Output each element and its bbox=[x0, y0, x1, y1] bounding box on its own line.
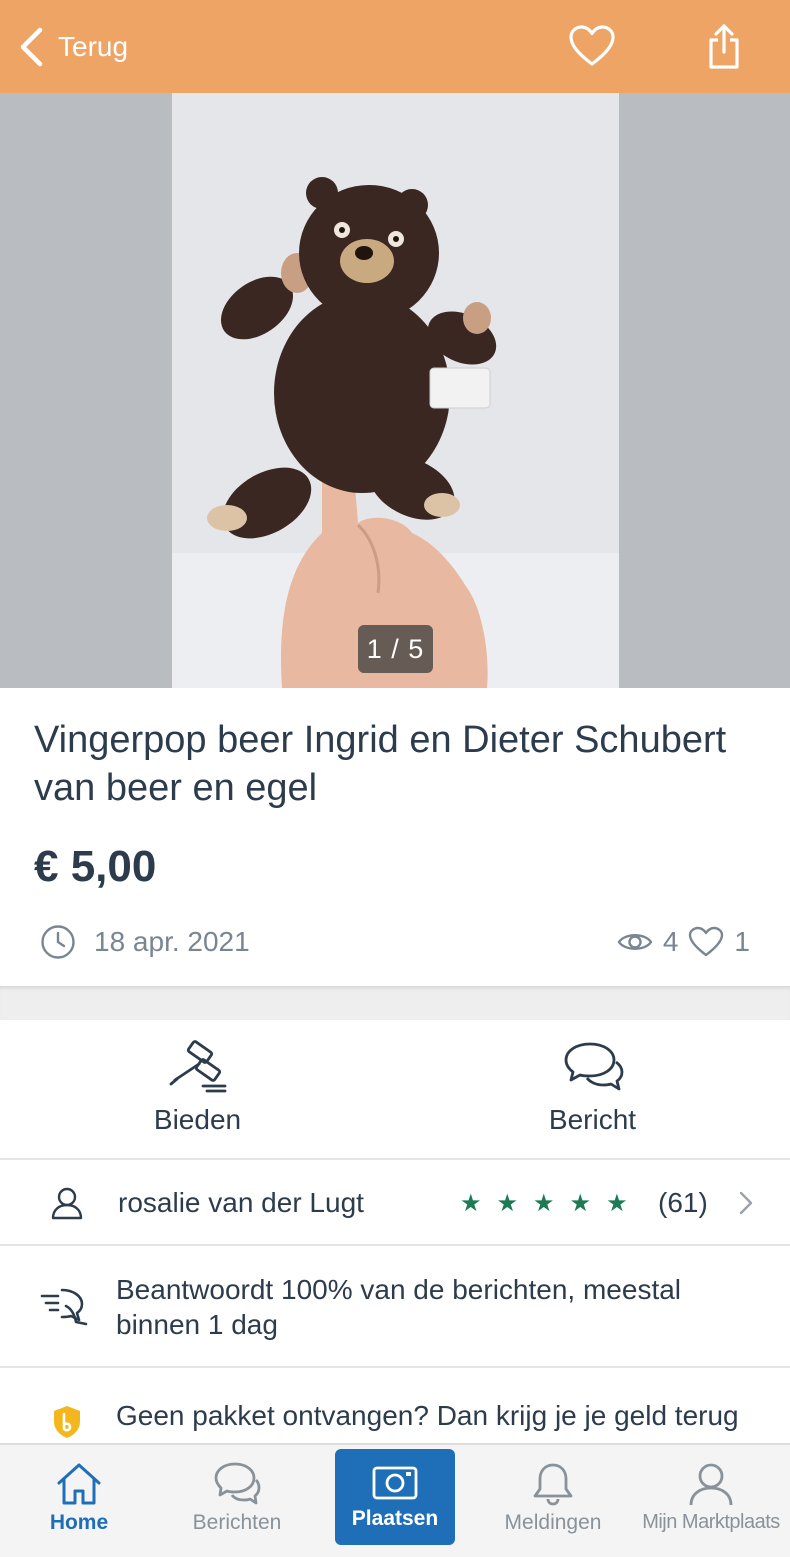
bottom-navigation: Home Berichten Plaatsen Meldingen Mijn M… bbox=[0, 1443, 790, 1557]
nav-home-label: Home bbox=[49, 1511, 109, 1534]
clock-icon bbox=[41, 925, 75, 959]
chat-bubbles-icon bbox=[564, 1042, 623, 1091]
listing-price: € 5,00 bbox=[34, 842, 157, 891]
fast-reply-icon bbox=[40, 1288, 88, 1326]
contact-actions: Bieden Bericht bbox=[0, 1020, 790, 1160]
nav-post-label: Plaatsen bbox=[351, 1507, 439, 1530]
user-icon bbox=[51, 1187, 83, 1220]
seller-row[interactable]: rosalie van der Lugt ★ ★ ★ ★ ★ (61) bbox=[0, 1162, 790, 1246]
back-button[interactable]: Terug bbox=[18, 24, 128, 70]
nav-notifications[interactable]: Meldingen bbox=[474, 1445, 632, 1557]
section-divider bbox=[0, 986, 790, 1020]
response-rate-text: Beantwoordt 100% van de berichten, meest… bbox=[116, 1274, 682, 1340]
review-count: (61) bbox=[658, 1187, 708, 1218]
back-label: Terug bbox=[58, 31, 129, 62]
nav-messages-label: Berichten bbox=[192, 1511, 282, 1534]
response-rate-row: Beantwoordt 100% van de berichten, meest… bbox=[0, 1248, 790, 1368]
heart-icon bbox=[569, 25, 615, 66]
app: Terug 1 / 5 Vingerpop beer Ingrid en Die… bbox=[0, 0, 790, 1557]
home-icon bbox=[57, 1463, 101, 1505]
favorite-count: 1 bbox=[734, 926, 750, 957]
nav-notifications-label: Meldingen bbox=[504, 1511, 602, 1534]
listing-meta: 18 apr. 2021 4 1 bbox=[40, 920, 760, 964]
nav-post[interactable]: Plaatsen bbox=[335, 1449, 455, 1545]
chevron-right-icon bbox=[739, 1191, 753, 1215]
bell-icon bbox=[533, 1463, 573, 1506]
nav-messages[interactable]: Berichten bbox=[158, 1445, 316, 1557]
seller-name: rosalie van der Lugt bbox=[118, 1187, 364, 1218]
chevron-left-icon bbox=[20, 27, 43, 67]
star-icon: ★ bbox=[569, 1189, 592, 1217]
buyer-protection-row[interactable]: Geen pakket ontvangen? Dan krijg je je g… bbox=[0, 1370, 790, 1450]
nav-my-account[interactable]: Mijn Marktplaats bbox=[632, 1445, 790, 1557]
shield-icon bbox=[54, 1406, 80, 1438]
bid-label: Bieden bbox=[153, 1104, 242, 1135]
product-photo bbox=[172, 93, 619, 688]
star-icon: ★ bbox=[606, 1189, 628, 1217]
share-icon bbox=[709, 24, 739, 69]
nav-home[interactable]: Home bbox=[0, 1445, 158, 1557]
listing-title: Vingerpop beer Ingrid en Dieter Schubert… bbox=[34, 719, 727, 809]
eye-icon bbox=[617, 934, 653, 950]
seller-rating: ★ ★ ★ ★ ★ bbox=[460, 1189, 643, 1218]
listing-photo-carousel[interactable] bbox=[0, 93, 790, 688]
view-count: 4 bbox=[662, 926, 679, 957]
message-label: Bericht bbox=[548, 1104, 637, 1135]
photo-counter: 1 / 5 bbox=[358, 625, 433, 673]
star-icon: ★ bbox=[533, 1189, 555, 1217]
buyer-protection-text: Geen pakket ontvangen? Dan krijg je je g… bbox=[116, 1400, 739, 1431]
user-icon bbox=[689, 1463, 733, 1506]
bid-button[interactable]: Bieden bbox=[0, 1020, 395, 1158]
heart-outline-icon bbox=[689, 926, 724, 957]
listing-date: 18 apr. 2021 bbox=[94, 926, 250, 957]
message-button[interactable]: Bericht bbox=[395, 1020, 790, 1158]
listing-stats: 4 1 bbox=[617, 926, 760, 958]
favorite-button[interactable] bbox=[564, 18, 620, 74]
camera-icon bbox=[372, 1466, 418, 1500]
share-button[interactable] bbox=[696, 18, 752, 74]
chat-icon bbox=[214, 1462, 261, 1505]
star-icon: ★ bbox=[460, 1189, 482, 1217]
star-icon: ★ bbox=[496, 1189, 519, 1217]
top-bar: Terug bbox=[0, 0, 790, 93]
gavel-icon bbox=[169, 1040, 226, 1093]
nav-my-account-label: Mijn Marktplaats bbox=[642, 1511, 780, 1533]
